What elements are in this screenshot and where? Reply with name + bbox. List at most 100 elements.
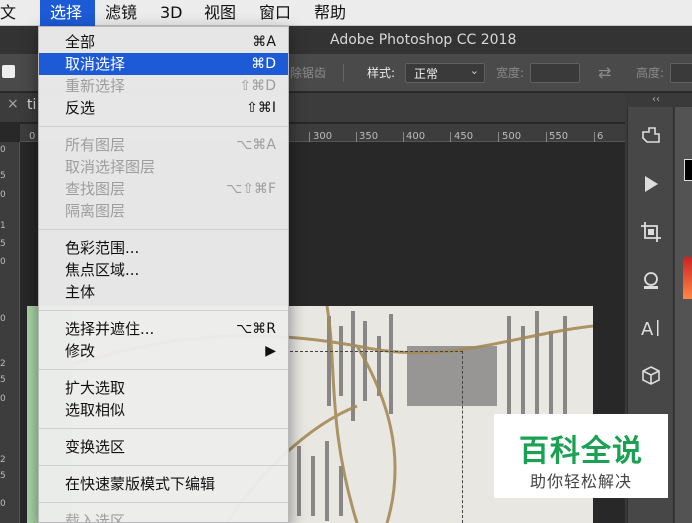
collapse-icon[interactable]: ‹‹ (652, 94, 660, 105)
ruler-label: 5 (0, 471, 6, 481)
crop-icon[interactable] (639, 220, 663, 244)
menu-item-deselect-layers[interactable]: 取消选择图层 (39, 156, 288, 178)
menu-item-deselect[interactable]: 取消选择 ⌘D (39, 53, 288, 75)
svg-text:A: A (641, 319, 654, 340)
height-input[interactable] (670, 63, 692, 83)
width-input[interactable] (530, 63, 580, 83)
menu-item-label: 取消选择图层 (65, 158, 156, 176)
mask-icon[interactable] (639, 124, 663, 148)
menu-separator (39, 428, 288, 429)
menu-separator (39, 369, 288, 370)
antialias-label: 除锯齿 (290, 66, 327, 80)
menu-separator (39, 126, 288, 127)
ruler-label: 6 (597, 131, 604, 142)
ruler-label: 0 (0, 190, 6, 200)
menu-item-shortcut: ⇧⌘D (239, 78, 276, 94)
type-icon[interactable]: A (639, 316, 663, 340)
menu-separator (39, 310, 288, 311)
menu-item-label: 修改 (65, 342, 96, 360)
menu-3d[interactable]: 3D (160, 0, 183, 26)
menu-text[interactable]: 文字 (0, 0, 30, 48)
ruler-tick (403, 132, 404, 142)
menu-item-grow[interactable]: 扩大选取 (39, 377, 288, 399)
menu-item-inverse[interactable]: 反选 ⇧⌘I (39, 97, 288, 119)
ruler-tick (546, 132, 547, 142)
tab-document[interactable]: ti (27, 97, 36, 113)
ruler-label: 0 (0, 499, 6, 509)
menu-item-shortcut: ⇧⌘I (246, 100, 276, 116)
menu-separator (39, 229, 288, 230)
watermark-logo: 百科全说 助你轻松解决 (494, 414, 668, 498)
ruler-label: 2 (0, 455, 6, 465)
ruler-tick (309, 132, 310, 142)
menu-item-modify[interactable]: 修改 ▶ (39, 340, 288, 362)
watermark-subtitle: 助你轻松解决 (529, 472, 632, 491)
ruler-label: 550 (549, 131, 569, 142)
ruler-label: 300 (313, 131, 333, 142)
ruler-label: 2 (0, 359, 6, 369)
menu-item-isolate-layers[interactable]: 隔离图层 (39, 200, 288, 222)
chevron-down-icon: ⌄ (469, 64, 479, 77)
menu-separator (39, 502, 288, 503)
ruler-label: 0 (29, 131, 36, 142)
color-swatch[interactable] (684, 159, 692, 181)
ruler-label: 5 (0, 375, 6, 385)
width-label: 宽度: (496, 66, 525, 80)
select-menu-dropdown: 全部 ⌘A 取消选择 ⌘D 重新选择 ⇧⌘D 反选 ⇧⌘I 所有图层 ⌥⌘A 取消选择图层… (38, 26, 289, 523)
watermark-title: 百科全说 (519, 434, 643, 469)
menu-item-label: 隔离图层 (65, 202, 126, 220)
ruler-tick (450, 132, 451, 142)
menu-item-label: 在快速蒙版模式下编辑 (65, 475, 216, 493)
ruler-label: 450 (454, 131, 474, 142)
menu-item-label: 取消选择 (65, 55, 126, 73)
menu-item-shortcut: ⌘A (252, 34, 276, 50)
cube-icon[interactable] (639, 364, 663, 388)
menu-item-all[interactable]: 全部 ⌘A (39, 31, 288, 53)
menu-item-select-and-mask[interactable]: 选择并遮住... ⌥⌘R (39, 318, 288, 340)
menu-item-reselect[interactable]: 重新选择 ⇧⌘D (39, 75, 288, 97)
menu-item-label: 主体 (65, 283, 96, 301)
ruler-label: 0 (0, 145, 6, 155)
menu-item-label: 选择并遮住... (65, 320, 155, 338)
menu-item-load-selection[interactable]: 载入选区 (39, 510, 288, 523)
menu-item-subject[interactable]: 主体 (39, 281, 288, 303)
menu-item-label: 反选 (65, 99, 96, 117)
menu-item-shortcut: ⌥⌘R (236, 321, 276, 337)
ruler-label: 5 (0, 171, 6, 181)
swap-icon[interactable]: ⇄ (598, 54, 611, 92)
color-spectrum[interactable] (683, 257, 692, 299)
style-label: 样式: (367, 66, 396, 80)
color-panel (675, 107, 692, 523)
menu-item-all-layers[interactable]: 所有图层 ⌥⌘A (39, 134, 288, 156)
height-label: 高度: (636, 66, 665, 80)
menu-item-quick-mask[interactable]: 在快速蒙版模式下编辑 (39, 473, 288, 495)
ruler-label: 0 (0, 314, 6, 324)
menu-item-focus-area[interactable]: 焦点区域... (39, 259, 288, 281)
marquee-selection[interactable] (290, 351, 463, 523)
ruler-label: 5 (0, 239, 6, 249)
menu-item-shortcut: ⌥⌘A (236, 137, 276, 153)
menu-item-label: 色彩范围... (65, 239, 140, 257)
menu-item-label: 载入选区 (65, 512, 126, 523)
menu-window[interactable]: 窗口 (259, 0, 291, 26)
stamp-icon[interactable] (639, 268, 663, 292)
play-icon[interactable] (639, 172, 663, 196)
menu-filter[interactable]: 滤镜 (105, 0, 137, 26)
ruler-label: 400 (406, 131, 426, 142)
marquee-tool-icon[interactable] (2, 65, 15, 78)
menu-item-label: 重新选择 (65, 77, 126, 95)
menu-item-find-layers[interactable]: 查找图层 ⌥⇧⌘F (39, 178, 288, 200)
menu-item-color-range[interactable]: 色彩范围... (39, 237, 288, 259)
menu-separator (39, 465, 288, 466)
menu-item-label: 查找图层 (65, 180, 126, 198)
style-select[interactable]: 正常 ⌄ (405, 63, 485, 83)
style-value: 正常 (414, 67, 439, 81)
menu-item-transform-selection[interactable]: 变换选区 (39, 436, 288, 458)
menu-item-similar[interactable]: 选取相似 (39, 399, 288, 421)
menu-view[interactable]: 视图 (204, 0, 236, 26)
ruler-tick (498, 132, 499, 142)
menu-select[interactable]: 选择 (40, 0, 95, 26)
menu-item-shortcut: ⌘D (251, 56, 276, 72)
menu-help[interactable]: 帮助 (314, 0, 346, 26)
close-icon[interactable]: × (7, 96, 19, 112)
